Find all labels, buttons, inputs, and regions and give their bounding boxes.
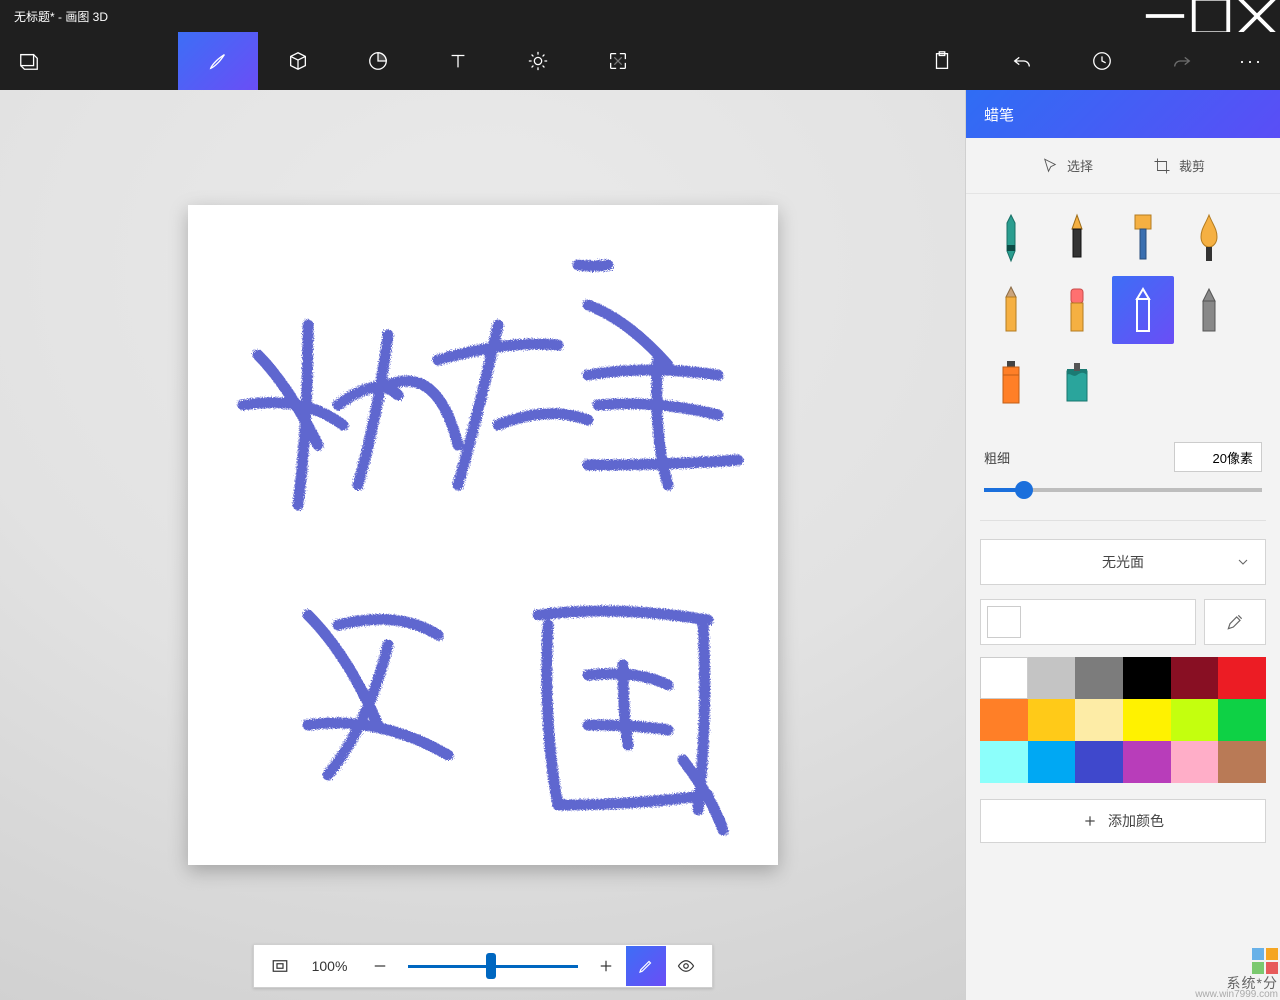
color-controls bbox=[980, 599, 1266, 645]
color-swatch[interactable] bbox=[1075, 657, 1123, 699]
material-label: 无光面 bbox=[1102, 552, 1144, 572]
brush-pencil[interactable] bbox=[980, 276, 1042, 344]
crop-icon bbox=[1153, 157, 1171, 175]
close-button[interactable] bbox=[1234, 0, 1280, 32]
select-tool[interactable]: 选择 bbox=[1041, 156, 1093, 175]
plus-icon bbox=[1082, 813, 1098, 829]
stickers-tab[interactable] bbox=[338, 32, 418, 90]
color-swatch[interactable] bbox=[980, 657, 1028, 699]
undo-button[interactable] bbox=[982, 32, 1062, 90]
zoom-slider-thumb[interactable] bbox=[486, 953, 496, 979]
watermark-logo bbox=[1195, 948, 1278, 974]
canvas-viewport[interactable]: 100% bbox=[0, 90, 965, 1000]
thickness-slider-thumb[interactable] bbox=[1015, 481, 1033, 499]
window-title: 无标题* - 画图 3D bbox=[0, 8, 108, 25]
zoom-in-button[interactable] bbox=[586, 946, 626, 986]
color-swatch[interactable] bbox=[1218, 741, 1266, 783]
maximize-button[interactable] bbox=[1188, 0, 1234, 32]
chevron-down-icon bbox=[1235, 554, 1251, 573]
watermark-text: 系统*分 bbox=[1195, 976, 1278, 990]
selection-tools: 选择 裁剪 bbox=[966, 138, 1280, 194]
panel-title: 蜡笔 bbox=[966, 90, 1280, 138]
brush-crayon[interactable] bbox=[1112, 276, 1174, 344]
brush-eraser[interactable] bbox=[1046, 276, 1108, 344]
history-button[interactable] bbox=[1062, 32, 1142, 90]
paste-button[interactable] bbox=[902, 32, 982, 90]
window-controls bbox=[1142, 0, 1280, 32]
title-bar: 无标题* - 画图 3D bbox=[0, 0, 1280, 32]
brush-grid bbox=[966, 194, 1280, 416]
material-dropdown[interactable]: 无光面 bbox=[980, 539, 1266, 585]
color-swatch[interactable] bbox=[980, 699, 1028, 741]
fit-screen-button[interactable] bbox=[260, 946, 300, 986]
brush-oil[interactable] bbox=[1112, 204, 1174, 272]
color-swatch[interactable] bbox=[1028, 657, 1076, 699]
brush-pixel[interactable] bbox=[1178, 276, 1240, 344]
cursor-icon bbox=[1041, 157, 1059, 175]
side-panel: 蜡笔 选择 裁剪 粗细 bbox=[965, 90, 1280, 1000]
zoom-slider[interactable] bbox=[408, 965, 578, 968]
effects-tab[interactable] bbox=[498, 32, 578, 90]
more-button[interactable]: ··· bbox=[1222, 32, 1280, 90]
brushes-tab[interactable] bbox=[178, 32, 258, 90]
crop-tool[interactable]: 裁剪 bbox=[1153, 156, 1205, 175]
crop-label: 裁剪 bbox=[1179, 156, 1205, 175]
watermark: 系统*分 www.win7999.com bbox=[1195, 948, 1278, 1000]
shapes-3d-tab[interactable] bbox=[258, 32, 338, 90]
brush-calligraphy[interactable] bbox=[1046, 204, 1108, 272]
redo-button[interactable] bbox=[1142, 32, 1222, 90]
eyedropper-button[interactable] bbox=[1204, 599, 1266, 645]
eyedropper-icon bbox=[1225, 612, 1245, 632]
brush-marker[interactable] bbox=[980, 204, 1042, 272]
canvas[interactable] bbox=[188, 205, 778, 865]
drawing-content bbox=[188, 205, 778, 865]
thickness-row: 粗细 bbox=[966, 416, 1280, 476]
color-swatch[interactable] bbox=[980, 741, 1028, 783]
brush-fill[interactable] bbox=[1046, 348, 1108, 416]
color-swatch[interactable] bbox=[1218, 657, 1266, 699]
view-mode-button[interactable] bbox=[666, 946, 706, 986]
current-color-swatch bbox=[987, 606, 1021, 638]
color-swatch[interactable] bbox=[1123, 699, 1171, 741]
current-color[interactable] bbox=[980, 599, 1196, 645]
zoom-value: 100% bbox=[300, 958, 360, 974]
color-swatch[interactable] bbox=[1171, 657, 1219, 699]
watermark-url: www.win7999.com bbox=[1195, 990, 1278, 1000]
view-controls: 100% bbox=[253, 944, 713, 988]
color-swatch[interactable] bbox=[1028, 741, 1076, 783]
text-tab[interactable] bbox=[418, 32, 498, 90]
brush-spray[interactable] bbox=[980, 348, 1042, 416]
brush-watercolor[interactable] bbox=[1178, 204, 1240, 272]
divider bbox=[980, 520, 1266, 521]
add-color-label: 添加颜色 bbox=[1108, 811, 1164, 831]
color-swatch[interactable] bbox=[1218, 699, 1266, 741]
color-swatch[interactable] bbox=[1028, 699, 1076, 741]
color-palette bbox=[980, 657, 1266, 783]
color-swatch[interactable] bbox=[1123, 741, 1171, 783]
thickness-label: 粗细 bbox=[984, 448, 1010, 467]
color-swatch[interactable] bbox=[1171, 699, 1219, 741]
color-swatch[interactable] bbox=[1075, 741, 1123, 783]
edit-mode-button[interactable] bbox=[626, 946, 666, 986]
thickness-slider[interactable] bbox=[984, 488, 1262, 492]
add-color-button[interactable]: 添加颜色 bbox=[980, 799, 1266, 843]
canvas-tab[interactable] bbox=[578, 32, 658, 90]
color-swatch[interactable] bbox=[1075, 699, 1123, 741]
zoom-out-button[interactable] bbox=[360, 946, 400, 986]
color-swatch[interactable] bbox=[1123, 657, 1171, 699]
color-swatch[interactable] bbox=[1171, 741, 1219, 783]
select-label: 选择 bbox=[1067, 156, 1093, 175]
minimize-button[interactable] bbox=[1142, 0, 1188, 32]
menu-button[interactable] bbox=[0, 32, 58, 90]
main-area: 100% 蜡笔 选择 bbox=[0, 90, 1280, 1000]
main-toolbar: ··· bbox=[0, 32, 1280, 90]
thickness-input[interactable] bbox=[1174, 442, 1262, 472]
